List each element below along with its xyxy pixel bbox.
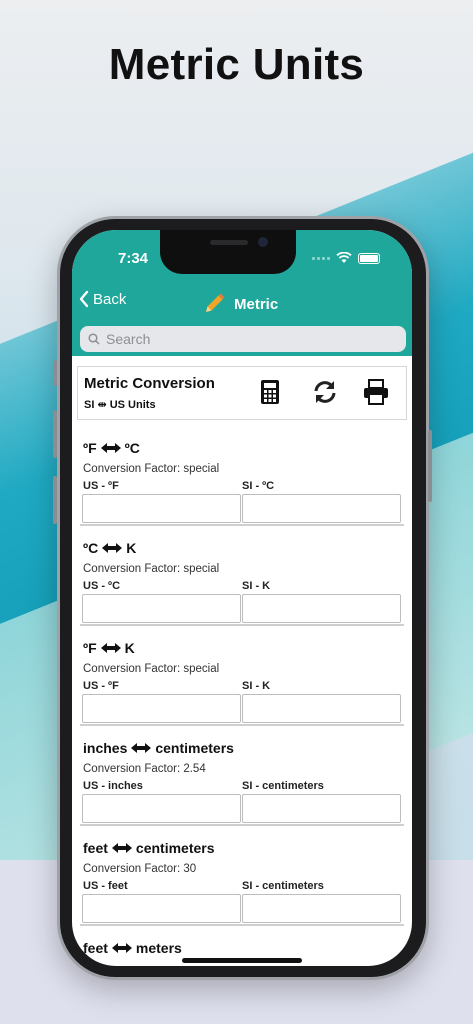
back-button-label: Back [93, 290, 127, 308]
si-value-input[interactable] [242, 694, 401, 723]
us-unit-name: ºF [83, 640, 97, 656]
power-button [428, 430, 432, 502]
conversion-factor: Conversion Factor: special [83, 663, 220, 675]
si-unit-name: centimeters [135, 840, 215, 856]
conversion-row: ºC K Conversion Factor: special US - ºC … [80, 526, 404, 626]
conversion-row-title: ºF ºC [83, 440, 140, 456]
conversion-row: feet centimeters Conversion Factor: 30 U… [80, 826, 404, 926]
conversion-row: ºF ºC Conversion Factor: special US - ºF… [80, 426, 404, 526]
si-field-label: SI - K [242, 580, 271, 592]
us-unit-name: feet [83, 940, 108, 956]
conversion-row: ºF K Conversion Factor: special US - ºF … [80, 626, 404, 726]
si-value-input[interactable] [242, 494, 401, 523]
conversion-row-title: feet centimeters [83, 840, 215, 856]
status-time: 7:34 [118, 250, 149, 267]
us-value-input[interactable] [82, 894, 241, 923]
phone-screen: 7:34 Back Metric Search Metric Conversio… [72, 230, 412, 966]
front-camera [258, 237, 268, 247]
conversion-row-title: ºF K [83, 640, 135, 656]
conversion-factor: Conversion Factor: special [83, 563, 220, 575]
swap-arrows-icon [100, 443, 121, 453]
volume-down-button [53, 476, 57, 524]
swap-arrows-icon [100, 643, 121, 653]
refresh-icon[interactable] [312, 380, 338, 404]
conversion-subtitle: SI ⇹ US Units [84, 399, 156, 411]
swap-arrows-icon [111, 843, 132, 853]
conversion-toolbar: Metric Conversion SI ⇹ US Units [77, 366, 407, 420]
cellular-signal-icon [312, 256, 330, 260]
conversion-row: inches centimeters Conversion Factor: 2.… [80, 726, 404, 826]
us-value-input[interactable] [82, 594, 241, 623]
us-unit-name: ºF [83, 440, 97, 456]
search-bar[interactable]: Search [80, 326, 406, 352]
printer-icon[interactable] [363, 379, 389, 405]
phone-notch [160, 230, 296, 274]
calculator-icon[interactable] [260, 379, 280, 405]
si-field-label: SI - K [242, 680, 271, 692]
si-value-input[interactable] [242, 794, 401, 823]
search-icon [88, 333, 100, 345]
swap-arrows-icon [131, 743, 152, 753]
speaker-grille [210, 240, 248, 245]
si-unit-name: meters [135, 940, 182, 956]
us-value-input[interactable] [82, 694, 241, 723]
volume-up-button [53, 410, 57, 458]
us-field-label: US - inches [83, 780, 143, 792]
chevron-left-icon [79, 290, 89, 308]
swap-arrows-icon [111, 943, 132, 953]
si-field-label: SI - ºC [242, 480, 275, 492]
nav-title-text: Metric [234, 295, 279, 313]
status-icons [312, 252, 380, 264]
conversion-row-title: ºC K [83, 540, 136, 556]
us-unit-name: feet [83, 840, 108, 856]
us-field-label: US - ºF [83, 480, 119, 492]
nav-title: Metric [202, 292, 278, 316]
us-value-input[interactable] [82, 494, 241, 523]
si-unit-name: centimeters [155, 740, 234, 756]
us-field-label: US - feet [83, 880, 128, 892]
si-value-input[interactable] [242, 594, 401, 623]
si-value-input[interactable] [242, 894, 401, 923]
si-unit-name: K [126, 540, 137, 556]
si-unit-name: ºC [124, 440, 140, 456]
us-field-label: US - ºC [83, 580, 121, 592]
home-indicator[interactable] [182, 958, 302, 963]
battery-icon [358, 252, 380, 264]
promo-headline: Metric Units [108, 40, 365, 89]
conversion-title: Metric Conversion [84, 375, 215, 392]
us-value-input[interactable] [82, 794, 241, 823]
us-field-label: US - ºF [83, 680, 119, 692]
conversion-factor: Conversion Factor: 30 [83, 863, 197, 875]
back-button[interactable]: Back [78, 290, 126, 308]
conversion-factor: Conversion Factor: special [83, 463, 220, 475]
si-field-label: SI - centimeters [242, 880, 324, 892]
us-unit-name: ºC [83, 540, 99, 556]
conversion-row-title: inches centimeters [83, 740, 234, 756]
us-unit-name: inches [83, 740, 128, 756]
si-unit-name: K [124, 640, 135, 656]
swap-arrows-icon [102, 543, 123, 553]
wifi-icon [336, 252, 352, 263]
si-field-label: SI - centimeters [242, 780, 324, 792]
conversion-row-title: feet meters [83, 940, 182, 956]
conversion-factor: Conversion Factor: 2.54 [83, 763, 206, 775]
mute-switch [53, 360, 57, 386]
search-placeholder: Search [106, 331, 151, 347]
pencil-icon [206, 293, 225, 312]
conversion-list: ºF ºC Conversion Factor: special US - ºF… [72, 426, 412, 966]
